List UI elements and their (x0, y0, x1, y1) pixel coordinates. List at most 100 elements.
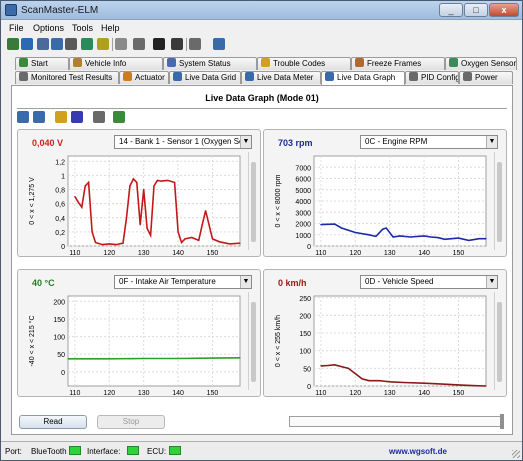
progress-handle[interactable] (500, 414, 504, 429)
slider-thumb[interactable] (497, 162, 502, 242)
terminal-icon[interactable] (133, 38, 145, 50)
tab-live-data-meter[interactable]: Live Data Meter (241, 71, 321, 84)
pid-selector[interactable]: 0C - Engine RPM ▼ (360, 135, 498, 149)
display-icon[interactable] (153, 38, 165, 50)
graph-icon[interactable] (97, 38, 109, 50)
save-icon[interactable] (71, 111, 83, 123)
graph-scale-slider[interactable] (494, 292, 503, 390)
tab-pid-config[interactable]: PID Config (405, 71, 459, 84)
tab-label: Live Data Grid (185, 73, 237, 82)
clipboard-icon[interactable] (115, 38, 127, 50)
data-point (334, 223, 336, 225)
data-point (211, 357, 214, 359)
tab-vehicle-info[interactable]: Vehicle Info (69, 57, 163, 70)
maximize-button[interactable]: □ (464, 3, 488, 17)
tab-system-status[interactable]: System Status (163, 57, 257, 70)
tab-power[interactable]: Power (459, 71, 513, 84)
y-tick-label: 150 (53, 317, 65, 324)
x-tick-label: 150 (453, 390, 465, 396)
close-button[interactable]: x (489, 3, 519, 17)
gauge-icon[interactable] (171, 38, 183, 50)
y-tick-label: 0 (61, 244, 65, 251)
open-folder-icon[interactable] (55, 111, 67, 123)
data-point (108, 358, 110, 360)
resize-grip[interactable] (512, 450, 520, 458)
data-point (378, 380, 380, 382)
menu-tools[interactable]: Tools (72, 23, 93, 33)
chip-icon[interactable] (65, 38, 77, 50)
tab-actuator[interactable]: Actuator (119, 71, 169, 84)
tab-label: Monitored Test Results (31, 73, 113, 82)
grid-icon[interactable] (51, 38, 63, 50)
x-tick-label: 140 (172, 390, 184, 396)
info-icon[interactable] (189, 38, 201, 50)
tab-trouble-codes[interactable]: Trouble Codes (257, 57, 351, 70)
slider-thumb[interactable] (251, 162, 256, 242)
print-icon[interactable] (93, 111, 105, 123)
menu-file[interactable]: File (9, 23, 24, 33)
connect-icon[interactable] (7, 38, 19, 50)
x-tick-label: 130 (138, 390, 150, 396)
chevron-down-icon[interactable]: ▼ (240, 276, 251, 288)
tab-oxygen-sensors[interactable]: Oxygen Sensors (445, 57, 517, 70)
read-button[interactable]: Read (19, 415, 87, 429)
menu-help[interactable]: Help (101, 23, 120, 33)
tab-monitored-test-results[interactable]: Monitored Test Results (15, 71, 119, 84)
data-point (67, 358, 69, 360)
minimize-button[interactable]: _ (439, 3, 463, 17)
data-point (122, 242, 124, 244)
y-tick-label: 6000 (295, 177, 311, 184)
chevron-down-icon[interactable]: ▼ (486, 276, 497, 288)
pid-selector[interactable]: 0D - Vehicle Speed ▼ (360, 275, 498, 289)
slider-thumb[interactable] (251, 302, 256, 382)
stop-button[interactable]: Stop (97, 415, 165, 429)
export-icon[interactable] (113, 111, 125, 123)
y-axis-label: 0 < x < 255 km/h (275, 315, 282, 367)
tab-live-data-graph[interactable]: Live Data Graph (321, 71, 405, 85)
remove-graph-icon[interactable] (33, 111, 45, 123)
y-tick-label: 3000 (295, 210, 311, 217)
tab-live-data-grid[interactable]: Live Data Grid (169, 71, 241, 84)
window-title: ScanMaster-ELM (21, 5, 99, 16)
data-point (320, 224, 322, 226)
monitor-icon[interactable] (37, 38, 49, 50)
y-tick-label: 0,4 (55, 216, 65, 223)
tab-label: Start (31, 59, 48, 68)
tab-label: Trouble Codes (273, 59, 326, 68)
data-point (437, 236, 439, 239)
graph-scale-slider[interactable] (248, 152, 257, 250)
help-book-icon[interactable] (213, 38, 225, 50)
add-graph-icon[interactable] (17, 111, 29, 123)
app-icon (5, 4, 17, 16)
data-point (368, 234, 370, 236)
chevron-down-icon[interactable]: ▼ (486, 136, 497, 148)
slider-thumb[interactable] (497, 302, 502, 382)
tab-start[interactable]: Start (15, 57, 69, 70)
data-point (361, 378, 363, 380)
data-point (392, 236, 394, 238)
data-point (354, 231, 356, 234)
website-link[interactable]: www.wgsoft.de (389, 447, 447, 456)
x-tick-label: 150 (207, 250, 219, 256)
data-point (132, 178, 134, 180)
y-tick-label: 100 (299, 349, 311, 356)
data-point (88, 181, 90, 184)
data-point (101, 243, 103, 246)
data-point (180, 241, 183, 244)
globe-icon[interactable] (21, 38, 33, 50)
graph-scale-slider[interactable] (494, 152, 503, 250)
data-point (229, 243, 231, 245)
x-tick-label: 140 (418, 250, 430, 256)
chevron-down-icon[interactable]: ▼ (240, 136, 251, 148)
menu-options[interactable]: Options (33, 23, 64, 33)
trash-icon[interactable] (81, 38, 93, 50)
tab-freeze-frames[interactable]: Freeze Frames (351, 57, 445, 70)
pid-selector[interactable]: 0F - Intake Air Temperature ▼ (114, 275, 252, 289)
pid-selector[interactable]: 14 - Bank 1 - Sensor 1 (Oxygen Senso ▼ (114, 135, 252, 149)
data-point (115, 243, 117, 246)
y-tick-label: 1,2 (55, 159, 65, 166)
graph-scale-slider[interactable] (248, 292, 257, 390)
x-tick-label: 130 (138, 250, 150, 256)
port-label: Port: (5, 447, 22, 456)
data-point (149, 234, 152, 237)
